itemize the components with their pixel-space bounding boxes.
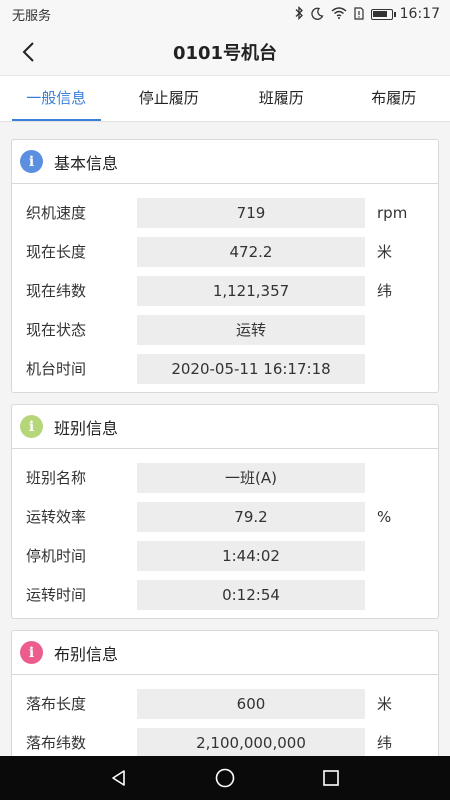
card-header: i 布别信息 [12,631,438,675]
row-unit: 纬 [377,734,393,752]
triangle-back-icon [112,770,125,786]
tab-bar: 一般信息 停止履历 班履历 布履历 [0,76,450,122]
battery-icon [370,8,396,20]
tab-cloth-history[interactable]: 布履历 [338,76,450,121]
status-icons: 16:17 [294,5,440,22]
info-row-machine-time: 机台时间 2020-05-11 16:17:18 [12,349,438,388]
row-label: 落布长度 [26,695,87,713]
row-value: 472.2 [137,236,365,267]
info-row-doffing-length: 落布长度 600 米 [12,684,438,723]
page-title: 0101号机台 [172,42,278,64]
basic-info-card: i 基本信息 织机速度 719 rpm 现在长度 472.2 米 现在纬数 1,… [11,139,439,393]
status-bar: 无服务 16:17 [0,0,450,28]
chevron-left-icon [22,42,34,62]
square-recents-icon [323,770,339,786]
row-value: 1,121,357 [137,275,365,306]
row-label: 现在纬数 [26,282,87,300]
info-row-efficiency: 运转效率 79.2 % [12,497,438,536]
row-label: 运转时间 [26,586,87,604]
moon-icon [310,7,324,22]
back-button[interactable] [14,38,42,66]
row-value: 2,100,000,000 [137,727,365,756]
info-icon: i [20,150,43,173]
info-row-downtime: 停机时间 1:44:02 [12,536,438,575]
wifi-icon [331,7,347,21]
row-value: 一班(A) [137,462,365,493]
row-label: 现在长度 [26,243,87,261]
info-row-current-status: 现在状态 运转 [12,310,438,349]
row-label: 停机时间 [26,547,87,565]
card-header: i 班别信息 [12,405,438,449]
row-label: 机台时间 [26,360,87,378]
system-nav-bar [0,756,450,800]
info-row-shift-name: 班别名称 一班(A) [12,458,438,497]
system-recents-button[interactable] [317,764,345,792]
info-row-current-picks: 现在纬数 1,121,357 纬 [12,271,438,310]
content-scroll[interactable]: i 基本信息 织机速度 719 rpm 现在长度 472.2 米 现在纬数 1,… [0,122,450,756]
tab-stop-history[interactable]: 停止履历 [113,76,226,121]
row-label: 班别名称 [26,469,87,487]
row-value: 600 [137,688,365,719]
info-icon: i [20,415,43,438]
sim-alert-icon [354,6,364,22]
card-title: 班别信息 [54,418,119,438]
row-value: 2020-05-11 16:17:18 [137,353,365,384]
row-value: 运转 [137,314,365,345]
row-label: 运转效率 [26,508,87,526]
row-label: 织机速度 [26,204,87,222]
info-icon: i [20,641,43,664]
row-unit: rpm [377,203,408,222]
tab-general-info[interactable]: 一般信息 [0,76,113,121]
row-unit: 纬 [377,282,393,300]
system-home-button[interactable] [211,764,239,792]
tab-shift-history[interactable]: 班履历 [225,76,338,121]
row-value: 79.2 [137,501,365,532]
row-unit: % [377,507,392,526]
nav-bar: 0101号机台 [0,28,450,76]
info-row-runtime: 运转时间 0:12:54 [12,575,438,614]
row-unit: 米 [377,243,393,261]
card-title: 布别信息 [54,644,119,664]
info-row-doffing-picks: 落布纬数 2,100,000,000 纬 [12,723,438,756]
system-back-button[interactable] [105,764,133,792]
bluetooth-icon [294,5,304,22]
row-value: 1:44:02 [137,540,365,571]
status-time: 16:17 [399,6,440,22]
info-row-loom-speed: 织机速度 719 rpm [12,193,438,232]
shift-info-card: i 班别信息 班别名称 一班(A) 运转效率 79.2 % 停机时间 1:44:… [11,404,439,619]
info-row-current-length: 现在长度 472.2 米 [12,232,438,271]
row-unit: 米 [377,695,393,713]
circle-home-icon [215,768,235,788]
card-header: i 基本信息 [12,140,438,184]
carrier-text: 无服务 [12,8,52,24]
row-value: 719 [137,197,365,228]
row-label: 现在状态 [26,321,87,339]
row-label: 落布纬数 [26,734,87,752]
card-title: 基本信息 [54,153,119,173]
cloth-info-card: i 布别信息 落布长度 600 米 落布纬数 2,100,000,000 纬 [11,630,439,756]
row-value: 0:12:54 [137,579,365,610]
